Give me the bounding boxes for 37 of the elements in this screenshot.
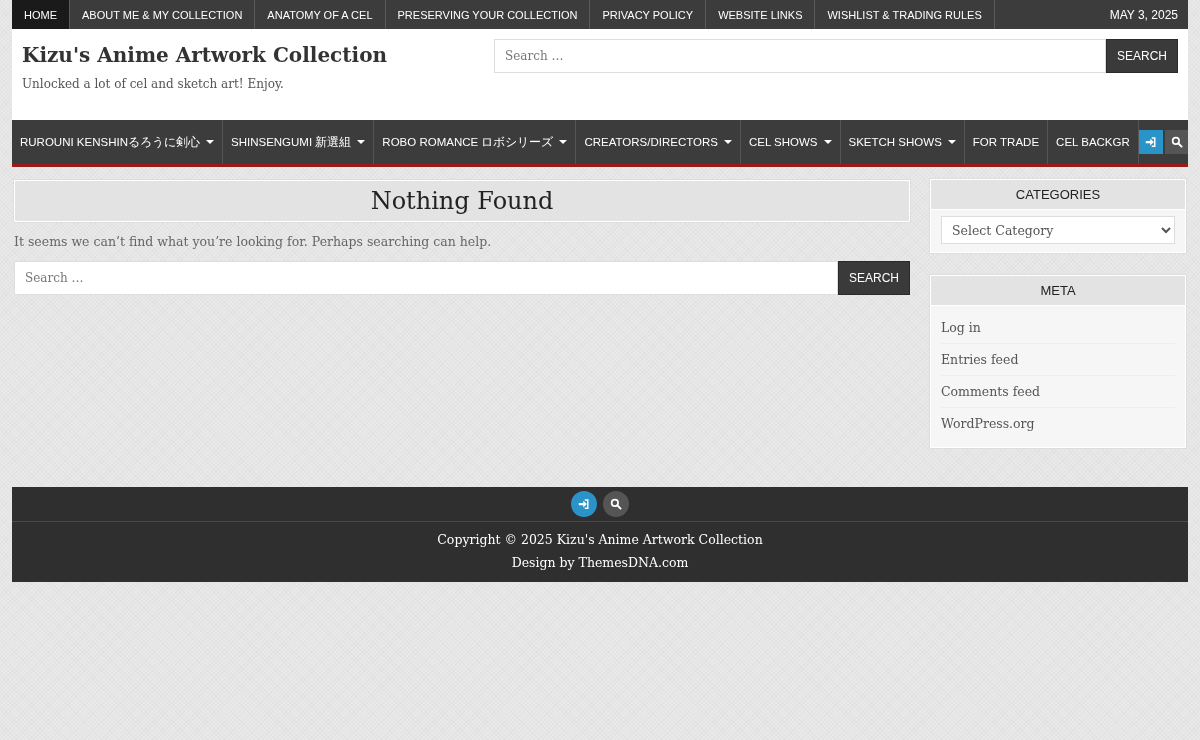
main-nav-item[interactable]: RUROUNI KENSHINるろうに剣心 — [12, 120, 223, 164]
caret-icon — [947, 140, 956, 144]
caret-icon — [723, 140, 732, 144]
main-nav-item[interactable]: FOR TRADE — [964, 120, 1049, 164]
main-nav-item[interactable]: SKETCH SHOWS — [840, 120, 965, 164]
search-button[interactable]: SEARCH — [1106, 39, 1178, 73]
main-nav-item[interactable]: ROBO ROMANCE ロボシリーズ — [374, 120, 577, 164]
search-icon[interactable] — [1164, 130, 1188, 154]
search-field[interactable]: Search … — [494, 39, 1106, 73]
date-label: MAY 3, 2025 — [1108, 7, 1179, 22]
login-icon[interactable] — [571, 491, 597, 517]
caret-icon — [559, 140, 568, 144]
search-button[interactable]: SEARCH — [838, 261, 910, 295]
caret-icon — [357, 140, 366, 144]
credit-link[interactable]: Design by ThemesDNA.com — [511, 555, 689, 570]
category-dropdown[interactable]: Select Category — [941, 216, 1175, 244]
top-nav-link[interactable]: HOME — [12, 0, 70, 29]
caret-icon — [823, 140, 832, 144]
site-tagline: Unlocked a lot of cel and sketch art! Enjoy. — [22, 77, 285, 91]
copyright-text: Copyright © 2025 Kizu's Anime Artwork Collection — [436, 531, 764, 549]
search-icon[interactable] — [603, 491, 629, 517]
widget-title: META — [931, 276, 1185, 306]
meta-link[interactable]: Entries feed — [941, 344, 1175, 376]
main-nav-item[interactable]: CEL SHOWS — [740, 120, 841, 164]
site-title[interactable]: Kizu's Anime Artwork Collection — [22, 43, 387, 67]
search-field[interactable]: Search … — [14, 261, 838, 295]
meta-link[interactable]: WordPress.org — [941, 408, 1175, 439]
main-nav-item[interactable]: SHINSENGUMI 新選組 — [223, 120, 375, 164]
not-found-message: It seems we can’t find what you’re looking for. Perhaps searching can help. — [14, 234, 493, 249]
login-icon[interactable] — [1138, 130, 1163, 154]
main-nav-item[interactable]: CEL BACKGR — [1048, 120, 1139, 164]
caret-icon — [206, 140, 214, 144]
page-title: Nothing Found — [14, 180, 910, 222]
meta-link[interactable]: Log in — [941, 312, 1175, 344]
main-nav-item[interactable]: CREATORS/DIRECTORS — [576, 120, 741, 164]
meta-link[interactable]: Comments feed — [941, 376, 1175, 408]
widget-title: CATEGORIES — [931, 180, 1185, 210]
